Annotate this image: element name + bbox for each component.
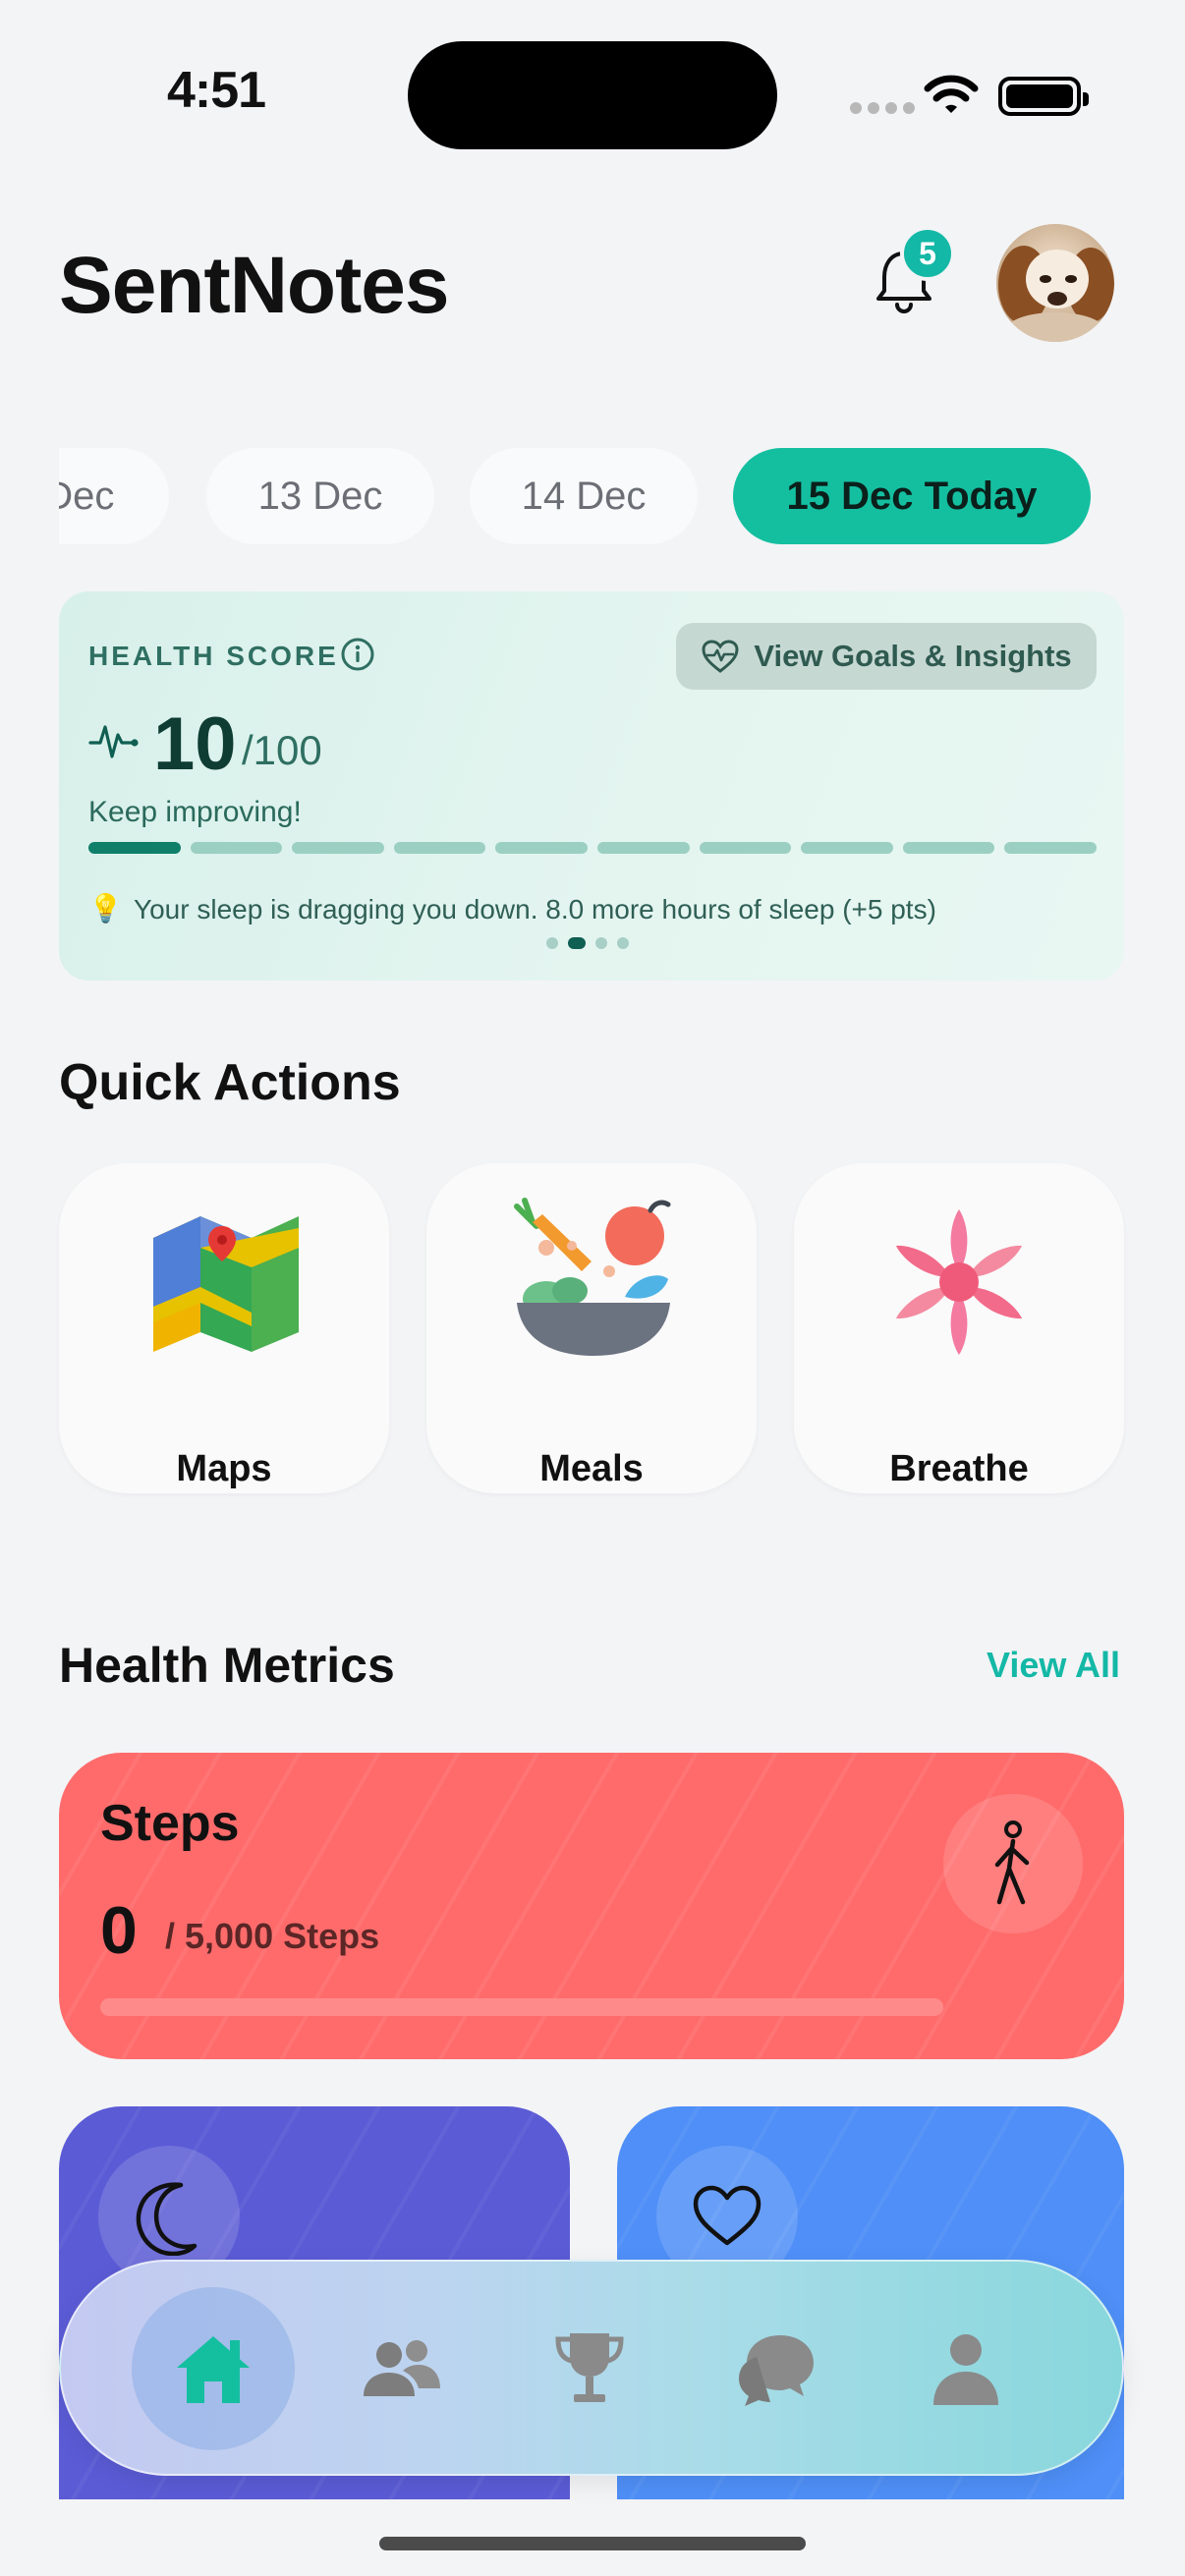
view-goals-button[interactable]: View Goals & Insights xyxy=(676,623,1097,690)
quick-action-label: Meals xyxy=(539,1448,644,1489)
heart-pulse-icon xyxy=(702,640,739,673)
score-segment xyxy=(393,842,486,854)
score-segment xyxy=(190,842,283,854)
tab-home[interactable] xyxy=(132,2287,295,2450)
health-score-label: HEALTH SCORE xyxy=(88,641,339,671)
health-score-progress xyxy=(88,842,1097,854)
health-score-value: 10 xyxy=(153,702,237,786)
tab-community[interactable] xyxy=(319,2287,482,2450)
dynamic-island xyxy=(408,41,777,149)
trophy-icon xyxy=(555,2333,624,2402)
pager-dot[interactable] xyxy=(595,937,607,949)
date-selector[interactable]: 12 Dec 13 Dec 14 Dec 15 Dec Today xyxy=(59,448,1126,546)
date-chip[interactable]: 14 Dec xyxy=(470,448,698,544)
pager-dot[interactable] xyxy=(546,937,558,949)
date-chip[interactable]: 13 Dec xyxy=(206,448,434,544)
date-chip[interactable]: 12 Dec xyxy=(59,448,169,544)
walking-icon-container xyxy=(943,1794,1083,1933)
quick-action-label: Maps xyxy=(176,1448,272,1489)
quick-action-meals[interactable]: Meals xyxy=(426,1163,757,1493)
app-title: SentNotes xyxy=(59,241,450,330)
health-metrics-title: Health Metrics xyxy=(59,1638,395,1693)
tab-profile[interactable] xyxy=(884,2287,1047,2450)
home-indicator[interactable] xyxy=(379,2537,806,2550)
info-icon[interactable] xyxy=(340,637,375,672)
score-segment xyxy=(1004,842,1097,854)
quick-actions-title: Quick Actions xyxy=(59,1054,401,1111)
wifi-icon xyxy=(924,75,979,113)
folded-map-icon xyxy=(153,1216,299,1352)
cellular-signal-icon xyxy=(850,102,915,114)
score-segment xyxy=(699,842,792,854)
health-score-max: /100 xyxy=(242,727,322,773)
steps-goal: / 5,000 Steps xyxy=(165,1916,380,1956)
notification-badge: 5 xyxy=(900,226,955,281)
tip-pager[interactable] xyxy=(546,937,629,949)
pager-dot[interactable] xyxy=(617,937,629,949)
score-segment xyxy=(495,842,588,854)
steps-progress-bar xyxy=(100,1998,943,2016)
heart-icon xyxy=(693,2185,762,2246)
flower-icon xyxy=(895,1209,1023,1355)
health-tip: Your sleep is dragging you down. 8.0 mor… xyxy=(134,894,936,924)
lightbulb-icon: 💡 xyxy=(88,893,123,924)
quick-action-maps[interactable]: Maps xyxy=(59,1163,389,1493)
profile-icon xyxy=(933,2334,998,2405)
people-icon xyxy=(364,2340,440,2396)
score-segment xyxy=(88,842,181,854)
score-segment xyxy=(596,842,690,854)
pulse-icon xyxy=(88,725,139,758)
quick-action-label: Breathe xyxy=(889,1448,1029,1489)
chat-icon xyxy=(739,2335,814,2406)
date-chip-selected[interactable]: 15 Dec Today xyxy=(733,448,1091,544)
view-all-link[interactable]: View All xyxy=(987,1645,1120,1686)
score-segment xyxy=(902,842,995,854)
status-time: 4:51 xyxy=(167,62,266,119)
home-icon xyxy=(177,2336,250,2403)
steps-value: 0 xyxy=(100,1893,138,1968)
battery-icon xyxy=(998,77,1089,116)
health-score-message: Keep improving! xyxy=(88,796,302,828)
pager-dot[interactable] xyxy=(568,937,586,949)
score-segment xyxy=(801,842,893,854)
walking-icon xyxy=(994,1820,1030,1905)
steps-title: Steps xyxy=(100,1795,240,1852)
moon-icon xyxy=(136,2182,198,2256)
avatar[interactable] xyxy=(996,224,1114,342)
food-bowl-icon xyxy=(514,1198,671,1356)
tab-achievements[interactable] xyxy=(508,2287,671,2450)
quick-action-breathe[interactable]: Breathe xyxy=(794,1163,1124,1493)
tab-messages[interactable] xyxy=(696,2287,859,2450)
score-segment xyxy=(292,842,384,854)
